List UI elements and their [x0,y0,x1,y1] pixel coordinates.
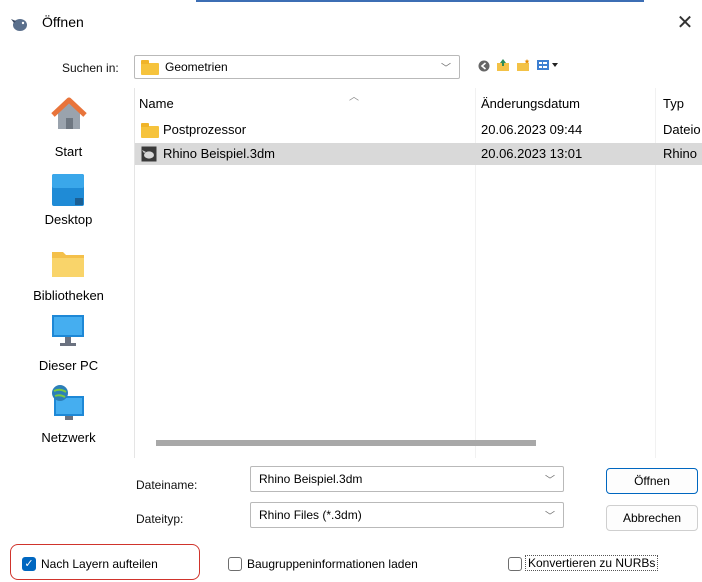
split-layers-checkbox[interactable]: ✓ [22,557,36,571]
place-label: Netzwerk [41,430,96,445]
load-assembly-info-checkbox[interactable] [228,557,242,571]
places-bar: Start Desktop Bibliotheken Dieser PC Net… [8,88,129,458]
folder-icon [141,60,159,75]
close-icon[interactable]: ✕ [672,10,698,36]
folder-icon [141,123,159,138]
file-name: Rhino Beispiel.3dm [163,146,276,161]
place-start[interactable]: Start [8,96,129,170]
filename-label: Dateiname: [136,478,198,492]
place-network[interactable]: Netzwerk [8,384,129,450]
load-assembly-info-label: Baugruppeninformationen laden [247,557,418,571]
file-date: 20.06.2023 13:01 [481,146,583,161]
sort-ascending-icon: ︿ [349,92,359,103]
computer-icon [51,314,85,351]
dialog-title: Öffnen [42,14,84,30]
chevron-down-icon: ﹀ [545,511,555,523]
network-icon [51,384,85,425]
filetype-label: Dateityp: [136,512,184,526]
convert-nurbs-label: Konvertieren zu NURBs [525,555,659,571]
up-folder-icon[interactable] [496,58,510,75]
column-header-type[interactable]: Typ [663,96,684,111]
look-in-combobox[interactable]: Geometrien ﹀ [134,55,460,79]
chevron-down-icon: ﹀ [441,63,451,75]
column-header-name[interactable]: Name [139,96,174,111]
library-folder-icon [51,248,85,281]
file-list[interactable]: ︿ Name Änderungsdatum Typ Postprozessor … [134,88,702,458]
chevron-down-icon[interactable]: ﹀ [545,472,555,487]
split-layers-label: Nach Layern aufteilen [41,557,158,571]
cancel-button[interactable]: Abbrechen [606,505,698,531]
look-in-label: Suchen in: [62,61,119,75]
file-date: 20.06.2023 09:44 [481,122,583,137]
desktop-icon [51,174,85,209]
file-row[interactable]: Postprozessor 20.06.2023 09:44 Dateio [135,119,702,141]
convert-nurbs-checkbox[interactable] [508,557,522,571]
place-desktop[interactable]: Desktop [8,174,129,234]
place-label: Dieser PC [38,358,99,373]
place-libraries[interactable]: Bibliotheken [8,248,129,310]
file-name: Postprozessor [163,122,247,137]
home-icon [51,96,87,135]
horizontal-scrollbar[interactable] [156,440,536,446]
file-type: Rhino [663,146,697,161]
window-accent-line [196,0,644,2]
file-row-selected[interactable]: Rhino Beispiel.3dm 20.06.2023 13:01 Rhin… [135,143,702,165]
view-menu-icon[interactable] [536,58,562,75]
file-type: Dateio [663,122,701,137]
look-in-value: Geometrien [165,60,228,74]
filename-value: Rhino Beispiel.3dm [259,472,363,486]
place-label: Desktop [44,212,93,227]
rhino-app-icon [10,14,30,34]
filename-input[interactable]: Rhino Beispiel.3dm ﹀ [250,466,564,492]
filetype-value: Rhino Files (*.3dm) [259,508,362,522]
place-label: Bibliotheken [33,288,104,303]
new-folder-icon[interactable] [516,58,530,75]
open-button[interactable]: Öffnen [606,468,698,494]
place-label: Start [54,144,83,159]
back-icon[interactable] [478,60,490,75]
column-header-date[interactable]: Änderungsdatum [481,96,580,111]
place-this-pc[interactable]: Dieser PC [8,314,129,376]
rhino-file-icon [141,146,157,165]
filetype-select[interactable]: Rhino Files (*.3dm) ﹀ [250,502,564,528]
